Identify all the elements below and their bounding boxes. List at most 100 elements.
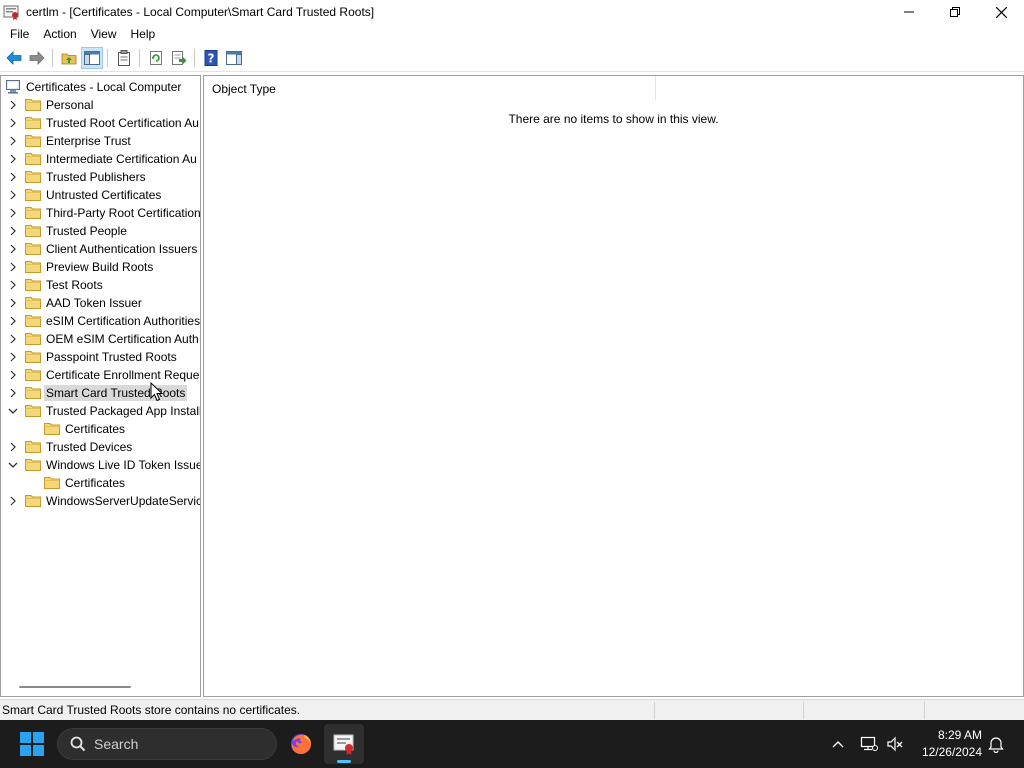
tree-node-untrusted-certificates[interactable]: Untrusted Certificates xyxy=(1,186,200,204)
tree-root[interactable]: Certificates - Local Computer xyxy=(1,78,200,96)
maximize-button[interactable] xyxy=(932,0,978,24)
refresh-icon xyxy=(150,50,162,65)
tree-node-label: Windows Live ID Token Issuer xyxy=(46,458,201,472)
tree-node-preview-build-roots[interactable]: Preview Build Roots xyxy=(1,258,200,276)
menu-view[interactable]: View xyxy=(84,24,124,44)
folder-icon xyxy=(25,116,41,129)
chevron-right-icon[interactable] xyxy=(8,370,18,380)
menu-file[interactable]: File xyxy=(3,24,36,44)
chevron-right-icon[interactable] xyxy=(8,334,18,344)
chevron-right-icon[interactable] xyxy=(8,136,18,146)
menu-action[interactable]: Action xyxy=(36,24,83,44)
chevron-right-icon[interactable] xyxy=(8,208,18,218)
tree-node-smart-card-trusted-roots[interactable]: Smart Card Trusted Roots xyxy=(1,384,200,402)
help-button[interactable]: ? xyxy=(200,47,222,69)
menu-help[interactable]: Help xyxy=(124,24,163,44)
column-header-object-type[interactable]: Object Type xyxy=(204,76,656,100)
chevron-right-icon[interactable] xyxy=(8,118,18,128)
chevron-right-icon[interactable] xyxy=(8,388,18,398)
tree-node-trusted-packaged-app-install[interactable]: Trusted Packaged App Install xyxy=(1,402,200,420)
folder-icon xyxy=(44,476,60,489)
tree-node-aad-token-issuer[interactable]: AAD Token Issuer xyxy=(1,294,200,312)
chevron-down-icon[interactable] xyxy=(8,460,18,470)
taskbar-firefox[interactable] xyxy=(281,724,321,764)
chevron-right-icon[interactable] xyxy=(8,496,18,506)
volume-muted-icon xyxy=(887,736,903,752)
tree-node-intermediate-certification-au[interactable]: Intermediate Certification Au xyxy=(1,150,200,168)
folder-icon xyxy=(25,224,41,237)
taskbar-search[interactable]: Search xyxy=(57,728,277,760)
folder-icon xyxy=(25,98,41,111)
console-tree[interactable]: Certificates - Local Computer Personal Tr… xyxy=(0,75,201,697)
tree-node-trusted-root-certification-au[interactable]: Trusted Root Certification Au xyxy=(1,114,200,132)
results-pane[interactable]: Object Type There are no items to show i… xyxy=(203,75,1024,697)
chevron-up-icon xyxy=(832,741,844,748)
chevron-right-icon[interactable] xyxy=(8,244,18,254)
volume-button[interactable] xyxy=(885,734,905,754)
chevron-down-icon[interactable] xyxy=(8,406,18,416)
start-button[interactable] xyxy=(20,732,44,756)
tree-node-personal[interactable]: Personal xyxy=(1,96,200,114)
back-button[interactable] xyxy=(3,47,25,69)
refresh-button[interactable] xyxy=(145,47,167,69)
toolbar-separator xyxy=(139,48,140,67)
chevron-right-icon[interactable] xyxy=(8,442,18,452)
tree-node-oem-esim-certification-auth[interactable]: OEM eSIM Certification Auth xyxy=(1,330,200,348)
up-one-level-button[interactable] xyxy=(58,47,80,69)
show-hide-console-tree-button[interactable] xyxy=(81,46,103,69)
taskbar-certlm[interactable] xyxy=(324,724,364,764)
forward-button[interactable] xyxy=(26,47,48,69)
tree-node-label: Smart Card Trusted Roots xyxy=(44,385,188,401)
tree-node-passpoint-trusted-roots[interactable]: Passpoint Trusted Roots xyxy=(1,348,200,366)
tree-node-enterprise-trust[interactable]: Enterprise Trust xyxy=(1,132,200,150)
tree-node-label: Third-Party Root Certification xyxy=(46,206,201,220)
tree-node-label: Certificate Enrollment Reque: xyxy=(46,368,201,382)
up-folder-icon xyxy=(61,53,77,64)
tree-node-certificates[interactable]: Certificates xyxy=(1,474,200,492)
notifications-button[interactable] xyxy=(986,734,1006,754)
folder-icon xyxy=(25,188,41,201)
chevron-right-icon[interactable] xyxy=(8,298,18,308)
minimize-button[interactable] xyxy=(886,0,932,24)
chevron-right-icon[interactable] xyxy=(8,154,18,164)
close-button[interactable] xyxy=(978,0,1024,24)
taskbar-clock[interactable]: 8:29 AM 12/26/2024 xyxy=(912,727,982,761)
tree-node-esim-certification-authorities[interactable]: eSIM Certification Authorities xyxy=(1,312,200,330)
properties-button[interactable] xyxy=(113,47,135,69)
status-separator xyxy=(803,702,804,719)
tree-node-trusted-devices[interactable]: Trusted Devices xyxy=(1,438,200,456)
toolbar-separator xyxy=(52,48,53,67)
tree-node-test-roots[interactable]: Test Roots xyxy=(1,276,200,294)
show-hidden-icons-button[interactable] xyxy=(828,734,848,754)
tree-node-label: Preview Build Roots xyxy=(46,260,154,274)
export-list-button[interactable] xyxy=(168,47,190,69)
window-controls xyxy=(886,0,1024,24)
tree-node-windowsserverupdateservice[interactable]: WindowsServerUpdateService xyxy=(1,492,200,510)
chevron-right-icon[interactable] xyxy=(8,262,18,272)
tree-node-trusted-publishers[interactable]: Trusted Publishers xyxy=(1,168,200,186)
tree-node-trusted-people[interactable]: Trusted People xyxy=(1,222,200,240)
folder-icon xyxy=(25,314,41,327)
chevron-right-icon[interactable] xyxy=(8,100,18,110)
horizontal-scrollbar[interactable] xyxy=(19,686,131,688)
folder-icon xyxy=(25,386,41,399)
mouse-cursor-icon xyxy=(150,382,164,402)
tree-node-certificates[interactable]: Certificates xyxy=(1,420,200,438)
chevron-right-icon[interactable] xyxy=(8,226,18,236)
tree-node-label: Passpoint Trusted Roots xyxy=(46,350,177,364)
tree-node-label: Trusted Devices xyxy=(46,440,133,454)
folder-icon xyxy=(25,404,41,417)
folder-icon xyxy=(25,350,41,363)
network-status-button[interactable] xyxy=(859,734,879,754)
tree-node-client-authentication-issuers[interactable]: Client Authentication Issuers xyxy=(1,240,200,258)
chevron-right-icon[interactable] xyxy=(8,190,18,200)
chevron-right-icon[interactable] xyxy=(8,316,18,326)
tree-node-label: Trusted Root Certification Au xyxy=(46,116,199,130)
chevron-right-icon[interactable] xyxy=(8,172,18,182)
tree-node-third-party-root-certification[interactable]: Third-Party Root Certification xyxy=(1,204,201,222)
tree-node-certificate-enrollment-reque[interactable]: Certificate Enrollment Reque: xyxy=(1,366,201,384)
chevron-right-icon[interactable] xyxy=(8,352,18,362)
show-hide-action-pane-button[interactable] xyxy=(223,47,245,69)
tree-node-windows-live-id-token-issuer[interactable]: Windows Live ID Token Issuer xyxy=(1,456,201,474)
chevron-right-icon[interactable] xyxy=(8,280,18,290)
